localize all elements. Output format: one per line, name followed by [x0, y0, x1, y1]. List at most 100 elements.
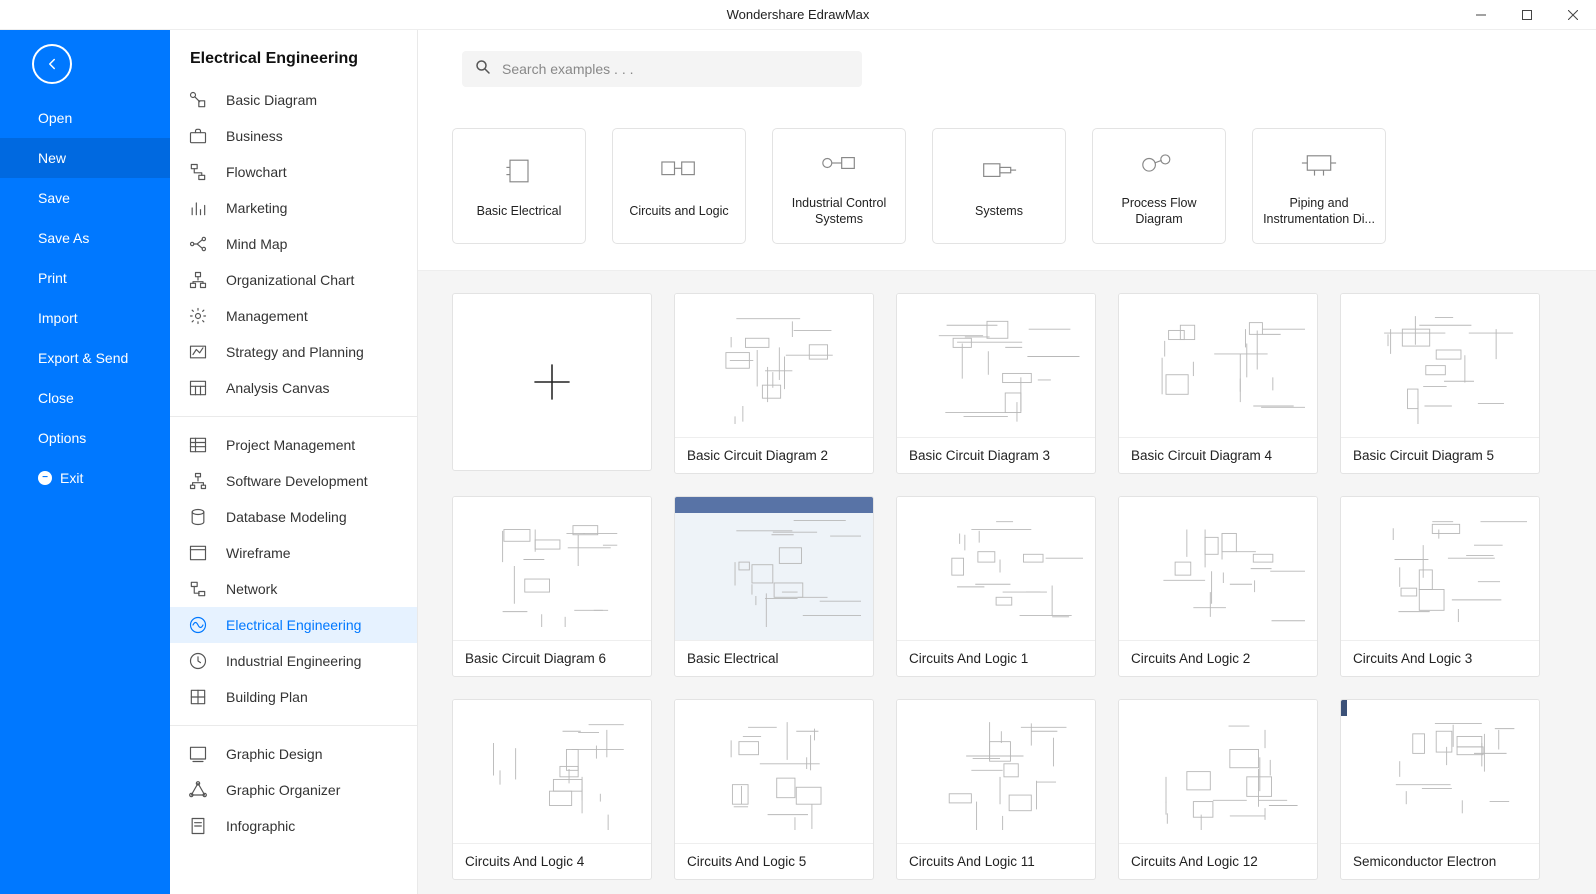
category-item-network[interactable]: Network: [170, 571, 417, 607]
file-item-save[interactable]: Save: [0, 178, 170, 218]
blank-template-card[interactable]: [452, 293, 652, 471]
template-label: Basic Circuit Diagram 5: [1341, 438, 1539, 473]
type-card-industrial-control-systems[interactable]: Industrial Control Systems: [772, 128, 906, 244]
type-card-piping-and-instrumentation-di-[interactable]: Piping and Instrumentation Di...: [1252, 128, 1386, 244]
category-item-label: Infographic: [226, 818, 295, 834]
category-item-basic-diagram[interactable]: Basic Diagram: [170, 82, 417, 118]
category-item-building-plan[interactable]: Building Plan: [170, 679, 417, 715]
category-item-label: Organizational Chart: [226, 272, 354, 288]
template-card-circuits-and-logic-[interactable]: Circuits And Logic 11: [896, 699, 1096, 880]
type-card-circuits-and-logic[interactable]: Circuits and Logic: [612, 128, 746, 244]
mindmap-icon: [188, 234, 208, 254]
category-item-industrial-engineering[interactable]: Industrial Engineering: [170, 643, 417, 679]
category-item-analysis-canvas[interactable]: Analysis Canvas: [170, 370, 417, 406]
template-thumbnail: [897, 294, 1095, 438]
building-icon: [188, 687, 208, 707]
type-card-systems[interactable]: Systems: [932, 128, 1066, 244]
template-thumbnail: [675, 497, 873, 641]
template-label: Circuits And Logic 4: [453, 844, 651, 879]
file-item-save-as[interactable]: Save As: [0, 218, 170, 258]
category-divider: [170, 725, 417, 726]
category-item-mind-map[interactable]: Mind Map: [170, 226, 417, 262]
category-item-wireframe[interactable]: Wireframe: [170, 535, 417, 571]
category-sidebar: Electrical Engineering Basic Diagram Busi…: [170, 30, 418, 894]
search-box[interactable]: [462, 51, 862, 87]
template-label: Basic Circuit Diagram 6: [453, 641, 651, 676]
file-item-new[interactable]: New: [0, 138, 170, 178]
category-item-label: Network: [226, 581, 277, 597]
category-item-label: Analysis Canvas: [226, 380, 330, 396]
category-item-label: Flowchart: [226, 164, 287, 180]
category-item-graphic-design[interactable]: Graphic Design: [170, 736, 417, 772]
window-controls: [1458, 0, 1596, 30]
category-item-label: Building Plan: [226, 689, 308, 705]
type-icon: [1136, 145, 1182, 181]
category-item-infographic[interactable]: Infographic: [170, 808, 417, 844]
file-item-options[interactable]: Options: [0, 418, 170, 458]
template-card-basic-circuit-diagram-[interactable]: Basic Circuit Diagram 5: [1340, 293, 1540, 474]
category-item-project-management[interactable]: Project Management: [170, 427, 417, 463]
category-item-label: Business: [226, 128, 283, 144]
template-thumbnail: [675, 700, 873, 844]
search-icon: [474, 58, 492, 81]
template-card-circuits-and-logic-[interactable]: Circuits And Logic 4: [452, 699, 652, 880]
template-card-basic-circuit-diagram-[interactable]: Basic Circuit Diagram 2: [674, 293, 874, 474]
category-item-database-modeling[interactable]: Database Modeling: [170, 499, 417, 535]
category-item-business[interactable]: Business: [170, 118, 417, 154]
template-card-circuits-and-logic-[interactable]: Circuits And Logic 2: [1118, 496, 1318, 677]
type-label: Systems: [969, 203, 1029, 219]
category-item-electrical-engineering[interactable]: Electrical Engineering: [170, 607, 417, 643]
template-thumbnail: [1119, 497, 1317, 641]
maximize-button[interactable]: [1504, 0, 1550, 30]
wireframe-icon: [188, 543, 208, 563]
gear-icon: [188, 306, 208, 326]
type-card-basic-electrical[interactable]: Basic Electrical: [452, 128, 586, 244]
file-item-close[interactable]: Close: [0, 378, 170, 418]
type-icon: [976, 153, 1022, 189]
file-item-open[interactable]: Open: [0, 98, 170, 138]
type-label: Industrial Control Systems: [773, 195, 905, 228]
category-item-flowchart[interactable]: Flowchart: [170, 154, 417, 190]
category-item-graphic-organizer[interactable]: Graphic Organizer: [170, 772, 417, 808]
template-card-circuits-and-logic-[interactable]: Circuits And Logic 5: [674, 699, 874, 880]
flowchart-icon: [188, 162, 208, 182]
file-item-print[interactable]: Print: [0, 258, 170, 298]
template-card-semiconductor-electron[interactable]: Semiconductor Electron: [1340, 699, 1540, 880]
category-item-software-development[interactable]: Software Development: [170, 463, 417, 499]
category-item-organizational-chart[interactable]: Organizational Chart: [170, 262, 417, 298]
file-item-exit[interactable]: − Exit: [0, 458, 170, 498]
category-item-label: Marketing: [226, 200, 287, 216]
type-card-process-flow-diagram[interactable]: Process Flow Diagram: [1092, 128, 1226, 244]
exit-label: Exit: [60, 470, 83, 486]
template-thumbnail: [1341, 700, 1539, 844]
file-item-import[interactable]: Import: [0, 298, 170, 338]
category-item-strategy-and-planning[interactable]: Strategy and Planning: [170, 334, 417, 370]
template-thumbnail: [897, 497, 1095, 641]
template-card-circuits-and-logic-[interactable]: Circuits And Logic 1: [896, 496, 1096, 677]
grid-icon: [188, 435, 208, 455]
category-item-label: Electrical Engineering: [226, 617, 361, 633]
category-item-marketing[interactable]: Marketing: [170, 190, 417, 226]
minimize-button[interactable]: [1458, 0, 1504, 30]
search-input[interactable]: [502, 61, 850, 77]
file-item-export-send[interactable]: Export & Send: [0, 338, 170, 378]
template-grid: Basic Circuit Diagram 2Basic Circuit Dia…: [418, 271, 1596, 894]
template-card-basic-circuit-diagram-[interactable]: Basic Circuit Diagram 3: [896, 293, 1096, 474]
category-header: Electrical Engineering: [170, 30, 417, 82]
close-button[interactable]: [1550, 0, 1596, 30]
category-item-label: Management: [226, 308, 308, 324]
template-card-circuits-and-logic-[interactable]: Circuits And Logic 12: [1118, 699, 1318, 880]
template-card-circuits-and-logic-[interactable]: Circuits And Logic 3: [1340, 496, 1540, 677]
template-label: Circuits And Logic 5: [675, 844, 873, 879]
category-item-management[interactable]: Management: [170, 298, 417, 334]
back-button[interactable]: [32, 44, 72, 84]
graphic-icon: [188, 744, 208, 764]
template-thumbnail: [1341, 497, 1539, 641]
type-icon: [501, 153, 537, 189]
template-label: Circuits And Logic 12: [1119, 844, 1317, 879]
template-thumbnail: [453, 497, 651, 641]
category-item-label: Database Modeling: [226, 509, 347, 525]
template-card-basic-circuit-diagram-[interactable]: Basic Circuit Diagram 4: [1118, 293, 1318, 474]
template-card-basic-electrical[interactable]: Basic Electrical: [674, 496, 874, 677]
template-card-basic-circuit-diagram-[interactable]: Basic Circuit Diagram 6: [452, 496, 652, 677]
